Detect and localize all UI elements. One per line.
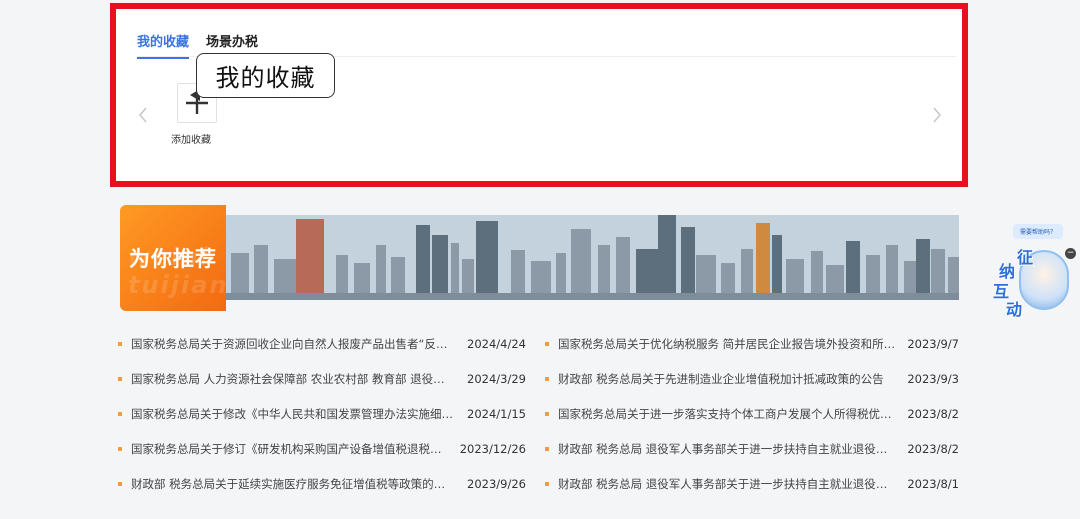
news-title[interactable]: 国家税务总局关于进一步落实支持个体工商户发展个人所得税优惠政策有关事项的公告: [558, 406, 895, 422]
news-item[interactable]: 国家税务总局关于资源回收企业向自然人报废产品出售者“反向开票”有关事项的公告 20…: [118, 326, 526, 361]
helper-bubble: 需要帮助吗？: [1013, 224, 1063, 239]
news-list-left: 国家税务总局关于资源回收企业向自然人报废产品出售者“反向开票”有关事项的公告 20…: [118, 326, 526, 501]
news-item[interactable]: 国家税务总局关于修订《研发机构采购国产设备增值税退税管理办法》的公告 2023/1…: [118, 431, 526, 466]
helper-char: 征: [1017, 248, 1034, 267]
news-date: 2023/8/2: [907, 441, 959, 456]
helper-char: 动: [1006, 300, 1023, 319]
news-item[interactable]: 国家税务总局关于进一步落实支持个体工商户发展个人所得税优惠政策有关事项的公告 20…: [545, 396, 959, 431]
chevron-left-icon[interactable]: [138, 104, 148, 129]
news-item[interactable]: 国家税务总局 人力资源社会保障部 农业农村部 教育部 退役军人事务部关于重点群体…: [118, 361, 526, 396]
news-date: 2024/4/24: [467, 336, 526, 351]
news-item[interactable]: 财政部 税务总局关于先进制造业企业增值税加计抵减政策的公告 2023/9/3: [545, 361, 959, 396]
bullet-icon: [118, 411, 122, 416]
recommend-banner: weini tuijian 为你推荐: [120, 205, 959, 311]
news-date: 2024/1/15: [467, 406, 526, 421]
bullet-icon: [545, 341, 549, 346]
news-item[interactable]: 国家税务总局关于优化纳税服务 简并居民企业报告境外投资和所得信息有关报表的公告 2…: [545, 326, 959, 361]
news-date: 2023/8/1: [907, 476, 959, 491]
news-item[interactable]: 财政部 税务总局关于延续实施医疗服务免征增值税等政策的公告 2023/9/26: [118, 466, 526, 501]
news-item[interactable]: 财政部 税务总局 退役军人事务部关于进一步扶持自主就业退役士兵创业就业有关税收政…: [545, 431, 959, 466]
news-date: 2023/9/26: [467, 476, 526, 491]
favorites-panel: 我的收藏 场景办税 添加收藏 我的收藏: [110, 3, 968, 187]
news-title[interactable]: 财政部 税务总局 退役军人事务部关于进一步扶持自主就业退役士兵创业就业有关税收政…: [558, 441, 895, 457]
news-title[interactable]: 国家税务总局关于修改《中华人民共和国发票管理办法实施细则》的决定: [131, 406, 455, 422]
bullet-icon: [118, 446, 122, 451]
bullet-icon: [545, 411, 549, 416]
news-title[interactable]: 国家税务总局关于资源回收企业向自然人报废产品出售者“反向开票”有关事项的公告: [131, 336, 455, 352]
banner-title: 为你推荐: [129, 247, 217, 271]
bullet-icon: [545, 376, 549, 381]
bullet-icon: [545, 481, 549, 486]
news-title[interactable]: 财政部 税务总局关于延续实施医疗服务免征增值税等政策的公告: [131, 476, 455, 492]
news-title[interactable]: 财政部 税务总局 退役军人事务部关于进一步扶持自主就业退役士兵创业就业有关税收政…: [558, 476, 895, 492]
news-item[interactable]: 国家税务总局关于修改《中华人民共和国发票管理办法实施细则》的决定 2024/1/1…: [118, 396, 526, 431]
news-date: 2023/8/2: [907, 406, 959, 421]
banner-title-tag: weini tuijian 为你推荐: [120, 205, 227, 311]
chevron-right-icon[interactable]: [932, 104, 942, 129]
news-title[interactable]: 国家税务总局关于修订《研发机构采购国产设备增值税退税管理办法》的公告: [131, 441, 448, 457]
news-date: 2023/9/3: [907, 371, 959, 386]
news-title[interactable]: 国家税务总局 人力资源社会保障部 农业农村部 教育部 退役军人事务部关于重点群体…: [131, 371, 455, 387]
news-list-right: 国家税务总局关于优化纳税服务 简并居民企业报告境外投资和所得信息有关报表的公告 2…: [545, 326, 959, 501]
bullet-icon: [118, 481, 122, 486]
news-date: 2023/9/7: [907, 336, 959, 351]
news-date: 2023/12/26: [459, 441, 526, 456]
favorites-tooltip: 我的收藏: [196, 53, 335, 98]
city-skyline-image: [226, 215, 959, 300]
add-favorite-label: 添加收藏: [171, 135, 211, 146]
tab-my-favorites[interactable]: 我的收藏: [137, 31, 190, 59]
bullet-icon: [545, 446, 549, 451]
tax-interaction-helper[interactable]: 需要帮助吗？ − 征 纳 互 动: [993, 224, 1080, 319]
helper-close-button[interactable]: −: [1065, 248, 1076, 259]
bullet-icon: [118, 376, 122, 381]
news-title[interactable]: 国家税务总局关于优化纳税服务 简并居民企业报告境外投资和所得信息有关报表的公告: [558, 336, 895, 352]
bullet-icon: [118, 341, 122, 346]
news-title[interactable]: 财政部 税务总局关于先进制造业企业增值税加计抵减政策的公告: [558, 371, 895, 387]
news-item[interactable]: 财政部 税务总局 退役军人事务部关于进一步扶持自主就业退役士兵创业就业有关税收政…: [545, 466, 959, 501]
news-date: 2024/3/29: [467, 371, 526, 386]
